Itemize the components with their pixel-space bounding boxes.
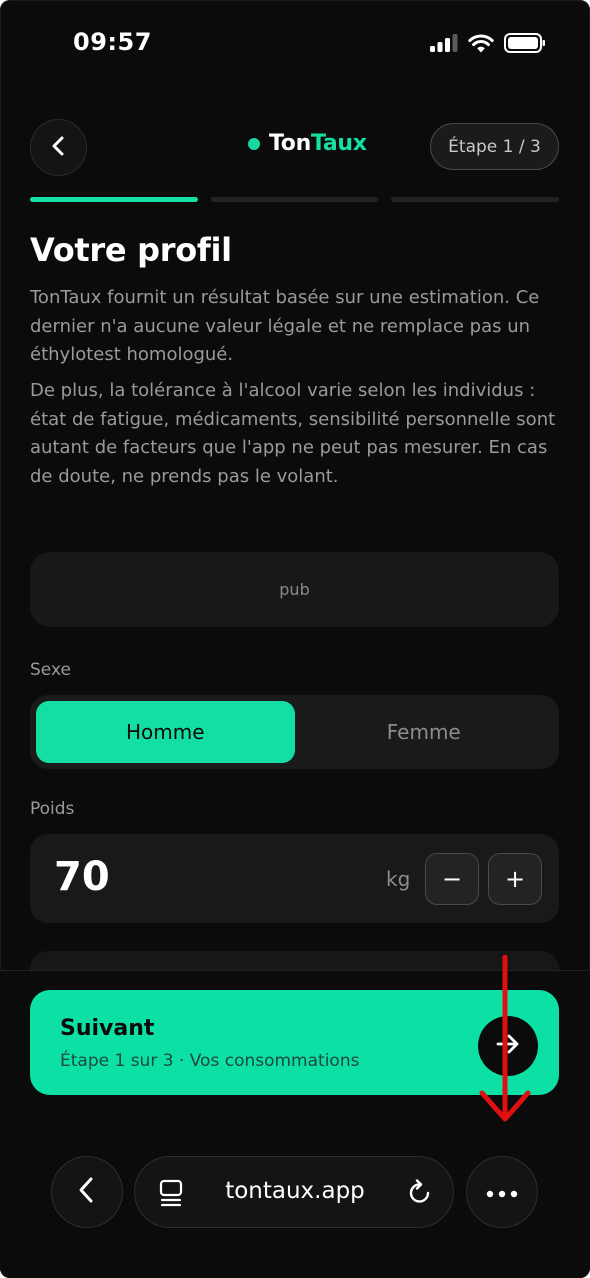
battery-icon	[504, 33, 546, 57]
chevron-left-icon	[49, 135, 69, 161]
brand-name: TonTaux	[269, 131, 367, 156]
weight-stepper: 70 kg − +	[30, 834, 559, 923]
weight-label: Poids	[30, 799, 75, 819]
signal-icon	[430, 34, 458, 56]
progress-segment-1	[30, 197, 198, 202]
next-button-subtitle: Étape 1 sur 3 · Vos consommations	[60, 1051, 360, 1071]
weight-unit: kg	[386, 867, 411, 891]
step-indicator: Étape 1 / 3	[430, 123, 559, 170]
wifi-icon	[468, 34, 494, 57]
phone-screen: 09:57 TonTaux Étape 1 / 3 Votre profil T…	[0, 0, 590, 1278]
status-icons	[430, 33, 546, 57]
increment-weight-button[interactable]: +	[488, 853, 542, 905]
sex-selector: Homme Femme	[30, 695, 559, 769]
progress-segment-3	[391, 197, 560, 202]
browser-back-button[interactable]	[51, 1156, 123, 1228]
more-options-button[interactable]	[466, 1156, 538, 1228]
disclaimer-text-1: TonTaux fournit un résultat basée sur un…	[30, 287, 540, 365]
ad-slot: pub	[30, 552, 559, 627]
sex-option-homme[interactable]: Homme	[36, 701, 295, 763]
status-time: 09:57	[73, 28, 152, 56]
ad-label: pub	[279, 580, 310, 599]
sex-label: Sexe	[30, 660, 71, 680]
weight-value[interactable]: 70	[54, 854, 110, 900]
back-button[interactable]	[30, 119, 87, 176]
annotation-arrow-icon	[479, 955, 531, 1122]
decrement-weight-button[interactable]: −	[425, 853, 479, 905]
next-button-title: Suivant	[60, 1016, 155, 1041]
chevron-left-icon	[76, 1175, 98, 1209]
progress-bar	[30, 197, 560, 202]
brand-name-part2: Taux	[310, 131, 367, 156]
page-title: Votre profil	[30, 231, 232, 269]
more-icon	[486, 1183, 518, 1202]
sex-option-femme[interactable]: Femme	[295, 701, 554, 763]
progress-segment-2	[210, 197, 379, 202]
brand-name-part1: Ton	[269, 131, 311, 156]
address-bar[interactable]: tontaux.app	[134, 1156, 454, 1228]
brand-logo: TonTaux	[248, 131, 367, 156]
disclaimer-text-2: De plus, la tolérance à l'alcool varie s…	[30, 380, 556, 487]
reload-icon[interactable]	[407, 1179, 433, 1211]
brand-dot	[248, 137, 260, 150]
